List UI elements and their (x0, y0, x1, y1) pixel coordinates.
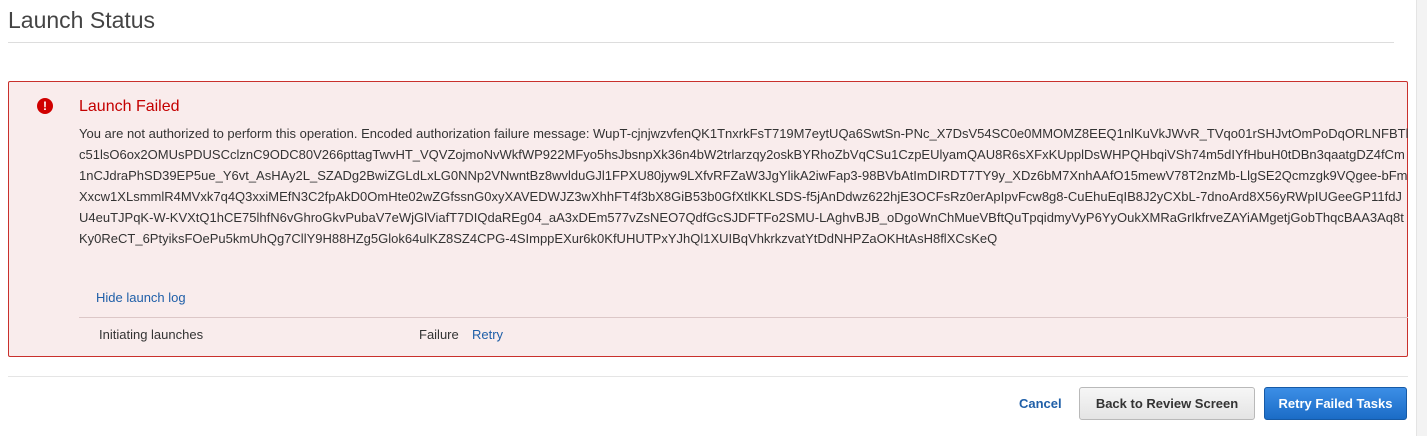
page-title: Launch Status (8, 7, 156, 33)
retry-failed-tasks-button[interactable]: Retry Failed Tasks (1264, 387, 1407, 420)
exclamation-circle-icon: ! (37, 98, 53, 114)
footer-divider (8, 376, 1408, 377)
title-divider (8, 42, 1394, 43)
task-name: Initiating launches (99, 327, 204, 342)
task-status: Failure (419, 327, 459, 342)
vertical-scrollbar[interactable] (1416, 0, 1427, 436)
hide-launch-log-link[interactable]: Hide launch log (96, 290, 186, 305)
task-row: Initiating launches Failure Retry (0, 327, 1427, 345)
error-message: You are not authorized to perform this o… (79, 126, 1409, 246)
cancel-link[interactable]: Cancel (1019, 396, 1062, 411)
task-retry-link[interactable]: Retry (472, 327, 503, 342)
back-to-review-button[interactable]: Back to Review Screen (1079, 387, 1255, 420)
log-divider (79, 317, 1408, 318)
error-title: Launch Failed (79, 98, 180, 115)
